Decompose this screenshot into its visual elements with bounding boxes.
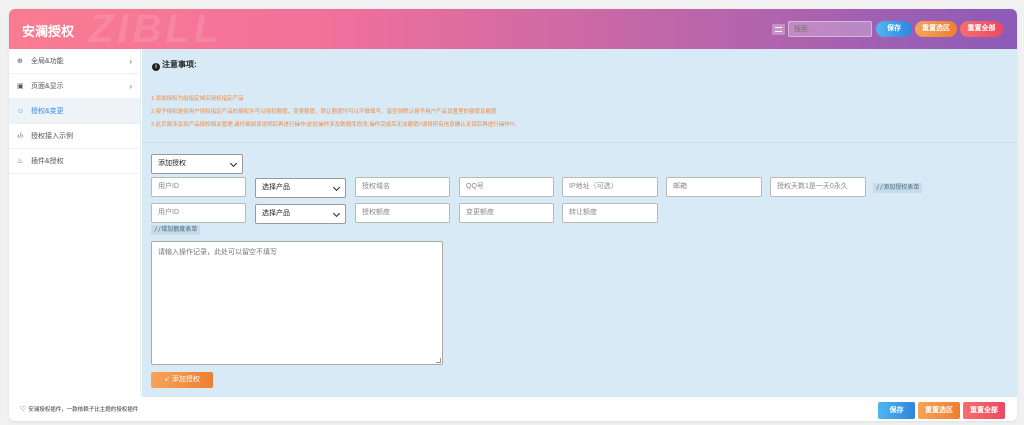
add-auth-hint: //添加授权表单 bbox=[873, 183, 923, 193]
product-select-value: 选择产品 bbox=[262, 210, 290, 217]
change-quota-input[interactable]: 变更额度 bbox=[459, 203, 554, 223]
sidebar-item-plugin-auth[interactable]: ♨ 插件&授权 bbox=[9, 149, 140, 174]
header-save-button[interactable]: 保存 bbox=[876, 21, 912, 37]
sidebar-item-page-display[interactable]: ▣ 页面&显示 › bbox=[9, 74, 140, 99]
quota-input[interactable]: 授权额度 bbox=[355, 203, 450, 223]
settings-panel: ZIBLL 安澜授权 保存 重置选区 重置全部 ⊕ 全局&功能 › ▣ 页面&显… bbox=[9, 9, 1017, 421]
main-content: i 注意事项: 1.添加授权为给指定域名授权指定产品 2.授予授权是给用户授权指定… bbox=[142, 49, 1017, 397]
sidebar: ⊕ 全局&功能 › ▣ 页面&显示 › ☺ 授权&变更 ‹/› 授权接入示例 ♨… bbox=[9, 49, 141, 397]
action-select-value: 添加授权 bbox=[158, 160, 186, 167]
sidebar-item-label: 授权接入示例 bbox=[31, 133, 73, 140]
action-select[interactable]: 添加授权 bbox=[151, 154, 243, 174]
smile-icon: ☺ bbox=[17, 108, 25, 115]
operation-note-textarea[interactable]: 请输入操作记录，此处可以留空不填写 bbox=[151, 241, 443, 365]
add-authorization-label: 添加授权 bbox=[171, 376, 200, 383]
footer-reset-section-button[interactable]: 重置选区 bbox=[918, 402, 960, 419]
globe-icon: ⊕ bbox=[17, 58, 23, 65]
resize-grip-icon[interactable] bbox=[436, 358, 441, 363]
transfer-quota-input[interactable]: 转让额度 bbox=[562, 203, 658, 223]
user-id-input-2[interactable]: 用户ID bbox=[151, 203, 246, 223]
domain-input[interactable]: 授权域名 bbox=[355, 177, 450, 197]
app-title: 安澜授权 bbox=[22, 24, 75, 39]
info-icon: i bbox=[152, 63, 160, 71]
header-watermark: ZIBLL bbox=[89, 9, 223, 49]
add-authorization-button[interactable]: ➶ 添加授权 bbox=[151, 372, 213, 388]
sidebar-item-auth-example[interactable]: ‹/› 授权接入示例 bbox=[9, 124, 140, 149]
footer-save-button[interactable]: 保存 bbox=[878, 402, 915, 419]
header-reset-section-button[interactable]: 重置选区 bbox=[915, 21, 957, 37]
product-select[interactable]: 选择产品 bbox=[255, 178, 346, 198]
calendar-icon: ▣ bbox=[17, 83, 24, 90]
add-quota-hint: //增加额度表单 bbox=[151, 225, 201, 235]
notice-line-1: 1.添加授权为给指定域名授权指定产品 bbox=[151, 96, 244, 102]
chevron-down-icon bbox=[332, 209, 341, 218]
email-input[interactable]: 邮箱 bbox=[666, 177, 762, 197]
plugin-icon: ♨ bbox=[17, 158, 24, 165]
header-reset-all-button[interactable]: 重置全部 bbox=[960, 21, 1003, 37]
textarea-placeholder: 请输入操作记录，此处可以留空不填写 bbox=[158, 249, 277, 256]
product-select-2[interactable]: 选择产品 bbox=[255, 204, 346, 224]
send-icon: ➶ bbox=[164, 376, 172, 383]
sidebar-item-label: 页面&显示 bbox=[31, 83, 64, 90]
days-input[interactable]: 授权天数1是一天0永久 bbox=[770, 177, 866, 197]
user-id-input[interactable]: 用户ID bbox=[151, 177, 246, 197]
footer-bar: ♡ 安澜授权插件，一款依赖子比主题的授权插件 保存 重置选区 重置全部 bbox=[9, 397, 1017, 421]
sidebar-item-authorize-change[interactable]: ☺ 授权&变更 bbox=[9, 99, 140, 124]
search-input[interactable] bbox=[788, 21, 872, 37]
sidebar-item-label: 授权&变更 bbox=[31, 108, 64, 115]
sidebar-item-global[interactable]: ⊕ 全局&功能 › bbox=[9, 49, 140, 74]
code-icon: ‹/› bbox=[17, 133, 24, 140]
ip-input[interactable]: IP地址（可选） bbox=[562, 177, 658, 197]
footer-text: ♡ 安澜授权插件，一款依赖子比主题的授权插件 bbox=[20, 405, 138, 413]
chevron-down-icon bbox=[229, 159, 238, 168]
divider bbox=[142, 142, 1017, 143]
sidebar-item-label: 全局&功能 bbox=[31, 58, 64, 65]
heart-icon: ♡ bbox=[20, 406, 27, 413]
sidebar-item-label: 插件&授权 bbox=[31, 158, 64, 165]
list-icon[interactable] bbox=[772, 24, 785, 35]
footer-text-label: 安澜授权插件，一款依赖子比主题的授权插件 bbox=[28, 407, 139, 413]
product-select-value: 选择产品 bbox=[262, 184, 290, 191]
qq-input[interactable]: QQ号 bbox=[459, 177, 554, 197]
notice-title: i 注意事项: bbox=[152, 59, 197, 71]
chevron-down-icon bbox=[332, 183, 341, 192]
chevron-right-icon: › bbox=[129, 57, 132, 66]
notice-line-2: 2.授予授权是给用户授权指定产品的授权许可以授权额度，变更额度，转让额度均可以不… bbox=[151, 109, 497, 115]
notice-line-3: 3.此页面涉及到产品授权相关管理,请仔细阅读说明后再进行操作!此处操作涉及数据库… bbox=[151, 122, 520, 128]
footer-reset-all-button[interactable]: 重置全部 bbox=[963, 402, 1005, 419]
header-bar: ZIBLL 安澜授权 保存 重置选区 重置全部 bbox=[9, 9, 1017, 49]
chevron-right-icon: › bbox=[129, 82, 132, 91]
notice-title-text: 注意事项: bbox=[162, 60, 197, 69]
